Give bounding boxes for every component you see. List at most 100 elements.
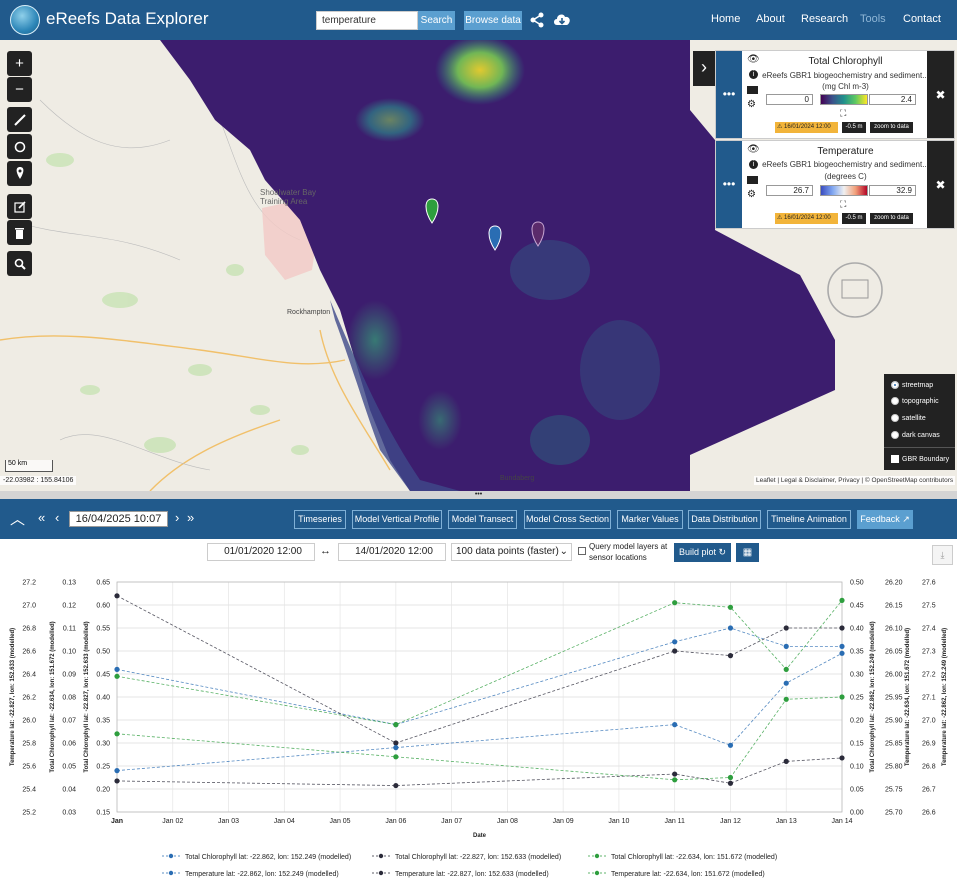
- rewind-icon[interactable]: «: [38, 510, 45, 525]
- logo[interactable]: [10, 5, 40, 35]
- eye-icon[interactable]: 👁: [747, 144, 760, 155]
- info-icon[interactable]: i: [749, 70, 758, 79]
- y-tick-label: 26.9: [922, 741, 936, 748]
- paint-bucket-icon[interactable]: ⛶: [840, 108, 846, 119]
- build-plot-button[interactable]: Build plot ↻: [674, 543, 731, 562]
- zoom-to-data-button[interactable]: zoom to data: [870, 213, 913, 224]
- x-tick-label: Jan 02: [162, 818, 183, 825]
- tab-data-distribution[interactable]: Data Distribution: [688, 510, 761, 529]
- data-points-select[interactable]: 100 data points (faster) ⌄: [451, 543, 572, 561]
- basemap-option-streetmap[interactable]: streetmap: [891, 381, 933, 389]
- gear-icon[interactable]: ⚙: [747, 99, 756, 110]
- start-date-input[interactable]: 01/01/2020 12:00: [207, 543, 315, 561]
- draw-circle-icon[interactable]: [7, 134, 32, 159]
- search-button[interactable]: Search: [418, 11, 455, 30]
- export-icon[interactable]: ⤓: [932, 545, 953, 565]
- nav-home[interactable]: Home: [711, 13, 740, 25]
- legend-label: Temperature lat: -22.827, lon: 152.633 (…: [395, 871, 549, 878]
- x-tick-label: Jan 06: [385, 818, 406, 825]
- gear-icon[interactable]: ⚙: [747, 189, 756, 200]
- y-tick-label: 25.90: [885, 718, 903, 725]
- y-tick-label: 26.0: [22, 718, 36, 725]
- y-tick-label: 27.1: [922, 695, 936, 702]
- data-point: [114, 666, 120, 672]
- previous-icon[interactable]: ‹: [55, 510, 59, 525]
- basemap-option-topographic[interactable]: topographic: [891, 397, 939, 405]
- basemap-option-satellite[interactable]: satellite: [891, 414, 926, 422]
- layer-menu-button[interactable]: •••: [716, 141, 742, 228]
- search-input[interactable]: temperature: [316, 11, 418, 30]
- layer-unit: (mg Chl m-3): [822, 82, 869, 91]
- tab-model-cross-section[interactable]: Model Cross Section: [524, 510, 611, 529]
- map-attribution[interactable]: Leaflet | Legal & Disclaimer, Privacy | …: [754, 476, 956, 485]
- tab-timeline-animation[interactable]: Timeline Animation: [767, 510, 851, 529]
- tab-model-transect[interactable]: Model Transect: [448, 510, 517, 529]
- layer-time-badge[interactable]: ⚠ 16/01/2024 12:00: [775, 213, 838, 224]
- layer-depth-badge[interactable]: -0.5 m: [842, 213, 866, 224]
- basemap-option-dark-canvas[interactable]: dark canvas: [891, 431, 940, 439]
- share-icon[interactable]: [530, 12, 544, 28]
- data-point: [839, 650, 845, 656]
- zoom-out-button[interactable]: −: [7, 77, 32, 102]
- eye-icon[interactable]: 👁: [747, 54, 760, 65]
- info-icon[interactable]: i: [749, 160, 758, 169]
- tab-timeseries[interactable]: Timeseries: [294, 510, 346, 529]
- y-axis-title: Total Chlorophyll lat: -22.634, lon: 151…: [50, 621, 56, 772]
- series-line: [116, 652, 843, 771]
- tab-model-vertical-profile[interactable]: Model Vertical Profile: [352, 510, 442, 529]
- layer-min[interactable]: 0: [766, 94, 813, 105]
- data-point: [672, 639, 678, 645]
- layer-subtitle: eReefs GBR1 biogeochemistry and sediment…: [762, 160, 929, 169]
- edit-icon[interactable]: [7, 194, 32, 219]
- cloud-download-icon[interactable]: [552, 11, 572, 29]
- layer-min[interactable]: 26.7: [766, 185, 813, 196]
- close-icon[interactable]: ✖: [927, 51, 954, 138]
- collapse-layers-button[interactable]: ›: [693, 51, 715, 86]
- video-icon[interactable]: [747, 176, 758, 184]
- draw-line-icon[interactable]: [7, 107, 32, 132]
- data-point: [727, 625, 734, 631]
- layer-max[interactable]: 32.9: [869, 185, 916, 196]
- data-point: [839, 643, 845, 649]
- query-sensor-checkbox[interactable]: [578, 547, 586, 555]
- zoom-in-button[interactable]: +: [7, 51, 32, 76]
- end-date-input[interactable]: 14/01/2020 12:00: [338, 543, 446, 561]
- nav-research[interactable]: Research: [801, 13, 848, 25]
- video-icon[interactable]: [747, 86, 758, 94]
- paint-bucket-icon[interactable]: ⛶: [840, 199, 846, 210]
- collapse-panel-icon[interactable]: ︿: [10, 508, 25, 529]
- data-point: [393, 722, 399, 728]
- layer-depth-badge[interactable]: -0.5 m: [842, 122, 866, 133]
- resize-handle[interactable]: •••: [0, 491, 957, 499]
- table-icon[interactable]: ▦: [736, 543, 759, 562]
- draw-marker-icon[interactable]: [7, 161, 32, 186]
- gbr-boundary-toggle[interactable]: GBR Boundary: [891, 455, 949, 463]
- nav-about[interactable]: About: [756, 13, 785, 25]
- y-tick-label: 0.25: [850, 695, 864, 702]
- map-view[interactable]: Shoalwater Bay Training Area Rockhampton…: [0, 40, 957, 491]
- x-axis-title: Date: [473, 833, 487, 839]
- y-tick-label: 0.55: [96, 626, 110, 633]
- date-input[interactable]: 16/04/2025 10:07: [69, 511, 168, 527]
- tab-marker-values[interactable]: Marker Values: [617, 510, 683, 529]
- zoom-to-data-button[interactable]: zoom to data: [870, 122, 913, 133]
- app-title[interactable]: eReefs Data Explorer: [46, 9, 209, 29]
- nav-tools[interactable]: Tools: [860, 13, 886, 25]
- data-point: [727, 742, 734, 748]
- search-icon[interactable]: [7, 251, 32, 276]
- fast-forward-icon[interactable]: »: [187, 510, 194, 525]
- layer-panel-temperature: ••• 👁 i ⚙ Temperature eReefs GBR1 biogeo…: [715, 140, 955, 229]
- nav-contact[interactable]: Contact: [903, 13, 941, 25]
- layer-menu-button[interactable]: •••: [716, 51, 742, 138]
- next-icon[interactable]: ›: [175, 510, 179, 525]
- close-icon[interactable]: ✖: [927, 141, 954, 228]
- layer-max[interactable]: 2.4: [869, 94, 916, 105]
- data-point: [114, 768, 120, 774]
- feedback-button[interactable]: Feedback ↗: [857, 510, 913, 529]
- data-point: [393, 740, 399, 746]
- delete-icon[interactable]: [7, 220, 32, 245]
- browse-data-button[interactable]: Browse data: [464, 11, 522, 30]
- y-tick-label: 27.0: [22, 603, 36, 610]
- layer-time-badge[interactable]: ⚠ 16/01/2024 12:00: [775, 122, 838, 133]
- layer-title: Total Chlorophyll: [808, 56, 883, 67]
